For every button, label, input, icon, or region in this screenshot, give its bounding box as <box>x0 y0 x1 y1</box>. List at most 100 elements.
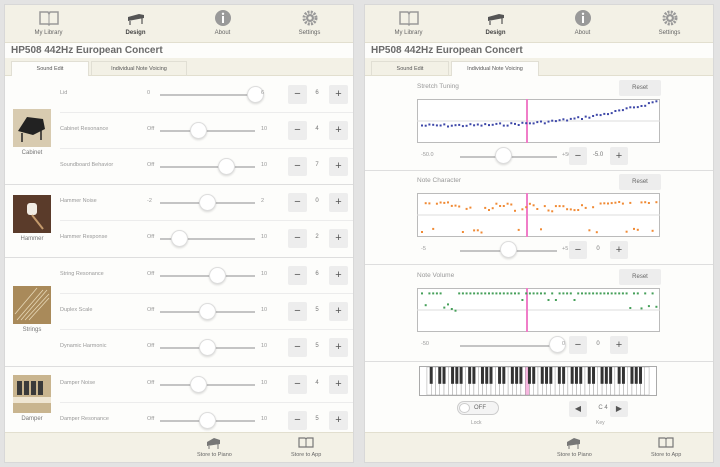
increment-button[interactable]: + <box>329 229 348 248</box>
segment-individual-note-voicing[interactable]: Individual Note Voicing <box>91 61 187 76</box>
black-key[interactable] <box>639 367 643 384</box>
increment-button[interactable]: + <box>329 121 348 140</box>
decrement-button[interactable]: − <box>288 193 307 212</box>
segment-individual-note-voicing[interactable]: Individual Note Voicing <box>451 61 539 76</box>
decrement-button[interactable]: − <box>288 375 307 394</box>
tab-settings[interactable]: Settings <box>270 5 350 42</box>
black-key[interactable] <box>621 367 625 384</box>
black-key[interactable] <box>549 367 553 384</box>
note-curve-plot[interactable] <box>417 99 660 143</box>
slider-knob[interactable] <box>199 339 216 356</box>
black-key[interactable] <box>592 367 596 384</box>
slider-knob[interactable] <box>495 147 513 164</box>
black-key[interactable] <box>438 367 442 384</box>
decrement-button[interactable]: − <box>288 229 307 248</box>
black-key[interactable] <box>519 367 523 384</box>
increment-button[interactable]: + <box>329 411 348 430</box>
slider-knob[interactable] <box>189 376 207 393</box>
black-key[interactable] <box>502 367 506 384</box>
black-key[interactable] <box>515 367 519 384</box>
slider-knob[interactable] <box>500 241 517 258</box>
decrement-button[interactable]: − <box>288 266 307 285</box>
black-key[interactable] <box>545 367 549 384</box>
decrement-button[interactable]: − <box>569 241 587 259</box>
black-key[interactable] <box>532 367 536 384</box>
black-key[interactable] <box>617 367 621 384</box>
decrement-button[interactable]: − <box>288 302 307 321</box>
decrement-button[interactable]: − <box>288 411 307 430</box>
black-key[interactable] <box>498 367 502 384</box>
segment-sound-edit[interactable]: Sound Edit <box>371 61 449 76</box>
black-key[interactable] <box>630 367 634 384</box>
reset-button[interactable]: Reset <box>619 80 661 96</box>
slider-track[interactable] <box>460 345 557 347</box>
black-key[interactable] <box>570 367 574 384</box>
slider-track[interactable] <box>160 166 255 168</box>
lock-toggle[interactable]: OFF <box>457 401 499 415</box>
slider-track[interactable] <box>160 130 255 132</box>
black-key[interactable] <box>527 367 531 384</box>
decrement-button[interactable]: − <box>288 157 307 176</box>
slider-track[interactable] <box>160 94 255 96</box>
increment-button[interactable]: + <box>610 147 628 165</box>
increment-button[interactable]: + <box>329 266 348 285</box>
increment-button[interactable]: + <box>329 193 348 212</box>
black-key[interactable] <box>609 367 613 384</box>
increment-button[interactable]: + <box>329 302 348 321</box>
slider-knob[interactable] <box>199 194 216 211</box>
slider-track[interactable] <box>160 384 255 386</box>
keyboard-selector[interactable] <box>419 366 657 396</box>
black-key[interactable] <box>604 367 608 384</box>
slider-knob[interactable] <box>199 303 216 320</box>
tab-my-library[interactable]: My Library <box>9 5 89 42</box>
increment-button[interactable]: + <box>329 338 348 357</box>
black-key[interactable] <box>587 367 591 384</box>
segment-sound-edit[interactable]: Sound Edit <box>11 61 89 76</box>
black-key[interactable] <box>468 367 472 384</box>
key-next-button[interactable]: ▶ <box>610 401 628 417</box>
store-to-app-button[interactable]: Store to App <box>651 435 681 458</box>
tab-design[interactable]: Design <box>456 5 536 42</box>
slider-knob[interactable] <box>189 122 207 139</box>
black-key[interactable] <box>451 367 455 384</box>
slider-knob[interactable] <box>199 412 216 429</box>
increment-button[interactable]: + <box>610 336 628 354</box>
black-key[interactable] <box>489 367 493 384</box>
slider-knob[interactable] <box>208 267 226 284</box>
black-key[interactable] <box>442 367 446 384</box>
black-key[interactable] <box>562 367 566 384</box>
black-key[interactable] <box>485 367 489 384</box>
tab-my-library[interactable]: My Library <box>369 5 449 42</box>
slider-track[interactable] <box>160 275 255 277</box>
slider-knob[interactable] <box>218 158 235 175</box>
black-key[interactable] <box>557 367 561 384</box>
black-key[interactable] <box>459 367 463 384</box>
increment-button[interactable]: + <box>329 375 348 394</box>
store-to-piano-button[interactable]: Store to Piano <box>557 435 592 458</box>
black-key[interactable] <box>472 367 476 384</box>
tab-about[interactable]: About <box>183 5 263 42</box>
store-to-app-button[interactable]: Store to App <box>291 435 321 458</box>
store-to-piano-button[interactable]: Store to Piano <box>197 435 232 458</box>
black-key[interactable] <box>540 367 544 384</box>
tab-settings[interactable]: Settings <box>630 5 710 42</box>
increment-button[interactable]: + <box>329 85 348 104</box>
decrement-button[interactable]: − <box>569 147 587 165</box>
reset-button[interactable]: Reset <box>619 269 661 285</box>
increment-button[interactable]: + <box>610 241 628 259</box>
decrement-button[interactable]: − <box>288 85 307 104</box>
decrement-button[interactable]: − <box>288 338 307 357</box>
tab-about[interactable]: About <box>543 5 623 42</box>
black-key[interactable] <box>429 367 433 384</box>
decrement-button[interactable]: − <box>288 121 307 140</box>
increment-button[interactable]: + <box>329 157 348 176</box>
black-key[interactable] <box>579 367 583 384</box>
note-curve-plot[interactable] <box>417 193 660 237</box>
black-key[interactable] <box>574 367 578 384</box>
tab-design[interactable]: Design <box>96 5 176 42</box>
black-key[interactable] <box>634 367 638 384</box>
key-prev-button[interactable]: ◀ <box>569 401 587 417</box>
black-key[interactable] <box>455 367 459 384</box>
black-key[interactable] <box>600 367 604 384</box>
white-key[interactable] <box>644 367 650 395</box>
